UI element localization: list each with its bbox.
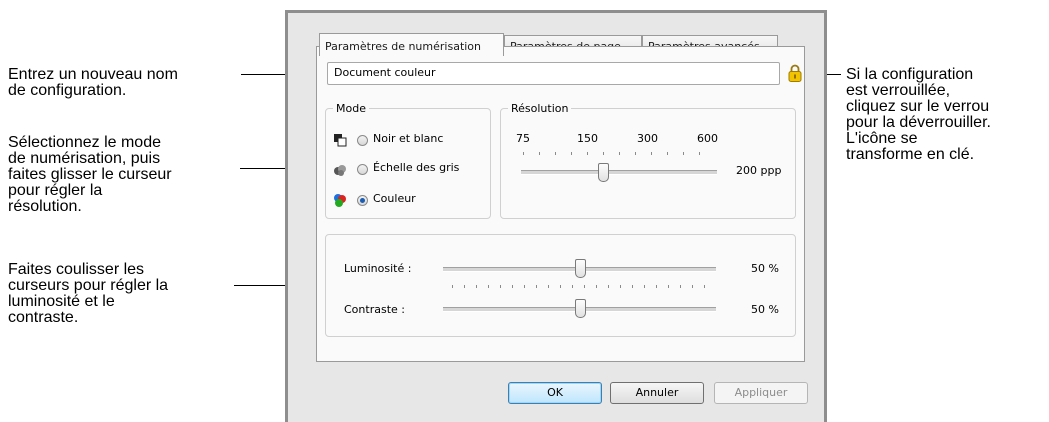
brightness-value: 50 % (751, 262, 779, 275)
brightness-contrast-tick-mark (512, 285, 513, 288)
grayscale-icon (334, 165, 346, 176)
radio-label-black-white[interactable]: Noir et blanc (373, 132, 443, 145)
brightness-contrast-tick-mark (644, 285, 645, 288)
brightness-contrast-tick-mark (692, 285, 693, 288)
annotation-mode: Sélectionnez le mode de numérisation, pu… (8, 134, 172, 215)
brightness-contrast-tick-mark (572, 285, 573, 288)
brightness-contrast-tick-mark (524, 285, 525, 288)
brightness-contrast-tick-mark (548, 285, 549, 288)
brightness-contrast-tick-mark (464, 285, 465, 288)
brightness-slider-thumb[interactable] (575, 259, 586, 278)
resolution-tick-mark (587, 152, 588, 155)
resolution-value: 200 ppp (736, 164, 782, 177)
resolution-tick-mark (635, 152, 636, 155)
brightness-contrast-tick-mark (656, 285, 657, 288)
color-icon (334, 194, 346, 207)
resolution-tick-75: 75 (516, 132, 530, 145)
radio-label-color[interactable]: Couleur (373, 192, 416, 205)
brightness-contrast-tick-mark (620, 285, 621, 288)
brightness-contrast-tick-mark (596, 285, 597, 288)
brightness-contrast-tick-mark (668, 285, 669, 288)
resolution-tick-mark (619, 152, 620, 155)
brightness-contrast-tick-mark (536, 285, 537, 288)
resolution-tick-mark (683, 152, 684, 155)
contrast-value: 50 % (751, 303, 779, 316)
resolution-slider-track[interactable] (521, 170, 717, 175)
tab-scan-settings[interactable]: Paramètres de numérisation (319, 33, 504, 56)
brightness-label: Luminosité : (344, 262, 412, 275)
brightness-contrast-tick-mark (560, 285, 561, 288)
resolution-tick-mark (603, 152, 604, 155)
annotation-config-name: Entrez un nouveau nom de configuration. (8, 66, 178, 99)
resolution-tick-150: 150 (577, 132, 598, 145)
annotation-lock: Si la configuration est verrouillée, cli… (846, 66, 991, 163)
resolution-tick-mark (667, 152, 668, 155)
radio-label-grayscale[interactable]: Échelle des gris (373, 161, 459, 174)
brightness-contrast-tick-mark (608, 285, 609, 288)
ok-button[interactable]: OK (508, 382, 602, 404)
contrast-label: Contraste : (344, 303, 405, 316)
resolution-group-label: Résolution (508, 102, 572, 115)
resolution-tick-mark (699, 152, 700, 155)
resolution-tick-mark (555, 152, 556, 155)
radio-black-white[interactable] (357, 135, 368, 146)
brightness-contrast-tick-mark (704, 285, 705, 288)
resolution-tick-mark (523, 152, 524, 155)
brightness-contrast-tick-mark (584, 285, 585, 288)
lock-icon[interactable] (788, 63, 802, 83)
mode-group-label: Mode (333, 102, 369, 115)
cancel-button[interactable]: Annuler (610, 382, 704, 404)
black-white-icon (334, 134, 347, 147)
brightness-contrast-tick-mark (488, 285, 489, 288)
configuration-name-field[interactable]: Document couleur (327, 62, 780, 85)
contrast-slider-thumb[interactable] (575, 299, 586, 318)
brightness-contrast-tick-mark (452, 285, 453, 288)
brightness-contrast-tick-mark (632, 285, 633, 288)
resolution-tick-600: 600 (697, 132, 718, 145)
radio-color[interactable] (357, 195, 368, 206)
resolution-tick-mark (571, 152, 572, 155)
brightness-contrast-tick-mark (680, 285, 681, 288)
radio-grayscale[interactable] (357, 164, 368, 175)
annotation-sliders: Faites coulisser les curseurs pour régle… (8, 261, 169, 326)
resolution-tick-mark (539, 152, 540, 155)
resolution-slider-thumb[interactable] (598, 163, 609, 182)
brightness-contrast-tick-mark (500, 285, 501, 288)
resolution-tick-300: 300 (637, 132, 658, 145)
apply-button[interactable]: Appliquer (714, 382, 808, 404)
brightness-contrast-tick-mark (476, 285, 477, 288)
resolution-tick-mark (651, 152, 652, 155)
